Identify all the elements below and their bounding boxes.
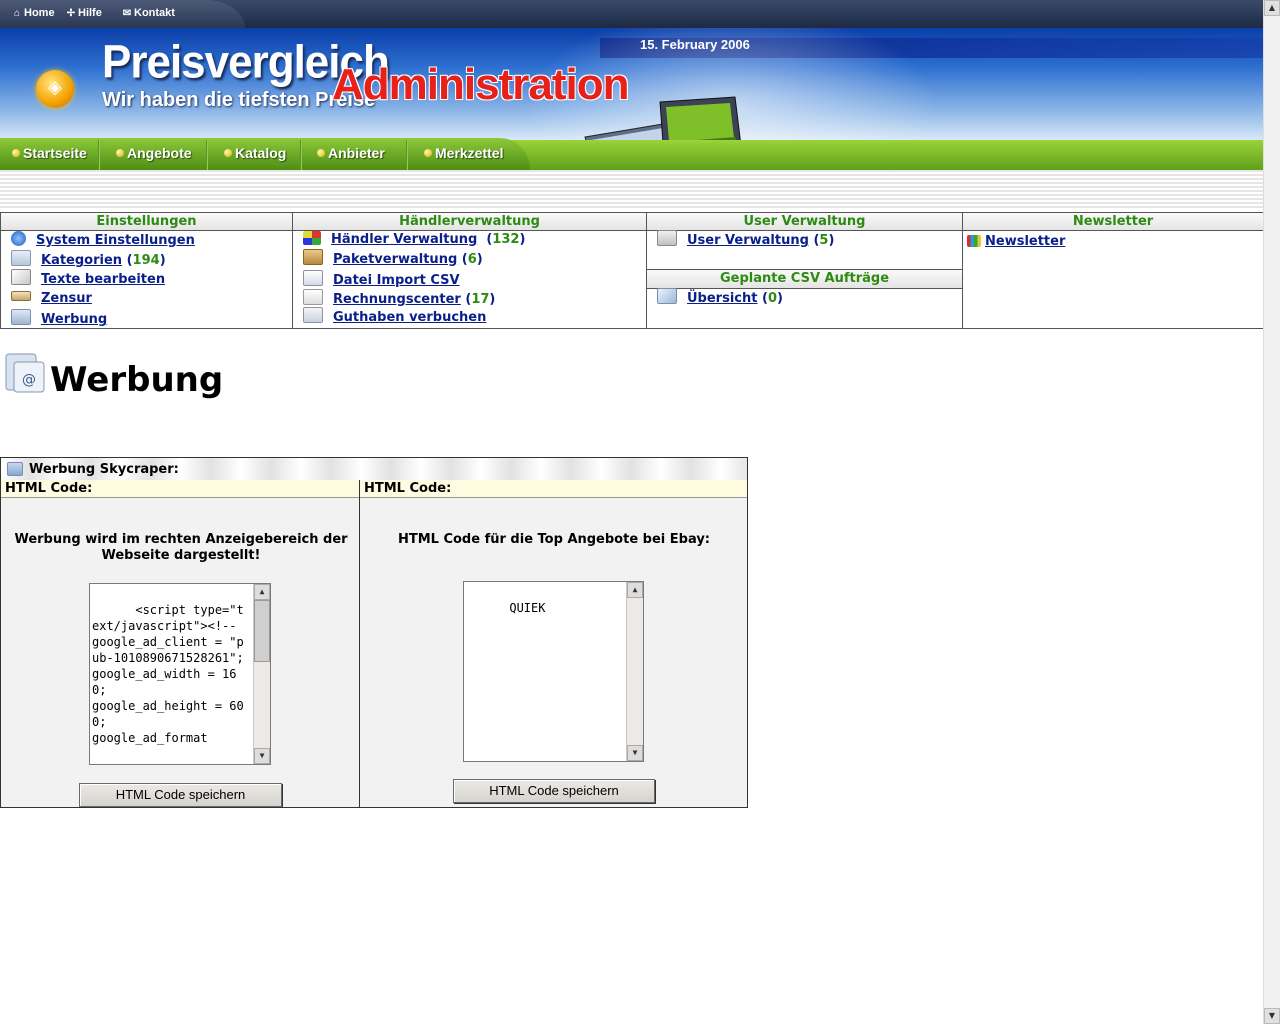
bullet-icon	[317, 149, 325, 157]
bullet-icon	[12, 149, 20, 157]
werbung-folder-icon: @	[5, 353, 45, 393]
import-icon	[303, 270, 323, 286]
page: ⌂ Home ✢ Hilfe ✉ Kontakt 15. February 2006 …	[0, 0, 1264, 1024]
blocks-icon	[303, 231, 321, 245]
panel-divider	[359, 480, 360, 808]
main-nav: Startseite Angebote Katalog Anbieter Mer…	[0, 138, 1264, 170]
scroll-down-icon[interactable]: ▼	[1264, 1008, 1280, 1024]
home-icon: ⌂	[13, 8, 21, 19]
hilfe-link[interactable]: ✢ Hilfe	[66, 7, 102, 19]
menu-item-paketverwaltung[interactable]: Paketverwaltung (6)	[303, 249, 483, 268]
menu-item-werbung[interactable]: Werbung	[11, 309, 107, 328]
menu-item-user-verwaltung[interactable]: User Verwaltung (5)	[657, 230, 834, 249]
nav-katalog[interactable]: Katalog	[224, 145, 286, 161]
section-title-newsletter: Newsletter	[963, 213, 1263, 231]
nav-merkzettel[interactable]: Merkzettel	[424, 145, 503, 161]
panel-title: Werbung Skycraper:	[29, 462, 179, 477]
window-scrollbar[interactable]: ▲ ▼	[1263, 0, 1280, 1024]
menu-item-guthaben-verbuchen[interactable]: Guthaben verbuchen	[303, 307, 486, 326]
add-credit-icon	[303, 307, 323, 323]
section-title-einstellungen: Einstellungen	[1, 213, 292, 231]
svg-text:@: @	[22, 372, 36, 388]
panel-icon	[7, 462, 23, 476]
home-link[interactable]: ⌂ Home	[12, 7, 55, 19]
scroll-up-icon[interactable]: ▲	[1264, 0, 1280, 16]
eraser-icon	[11, 291, 31, 301]
menu-item-uebersicht[interactable]: Übersicht (0)	[657, 288, 783, 307]
edit-text-icon	[11, 269, 31, 285]
werbung-panel: Werbung Skycraper: HTML Code: HTML Code:…	[0, 457, 748, 808]
right-description: HTML Code für die Top Angebote bei Ebay:	[397, 532, 711, 547]
overview-icon	[657, 288, 677, 304]
header-date: 15. February 2006	[640, 37, 750, 52]
menu-item-haendler-verwaltung[interactable]: Händler Verwaltung (132)	[303, 230, 525, 249]
scroll-down-icon[interactable]: ▼	[627, 745, 643, 761]
panel-header: Werbung Skycraper:	[1, 458, 747, 481]
bullet-icon	[424, 149, 432, 157]
page-title: Werbung	[50, 360, 224, 400]
scroll-down-icon[interactable]: ▼	[254, 748, 270, 764]
scroll-thumb[interactable]	[254, 600, 270, 662]
nav-anbieter[interactable]: Anbieter	[317, 145, 385, 161]
mail-icon: ✉	[122, 8, 132, 19]
menu-item-kategorien[interactable]: Kategorien (194)	[11, 250, 166, 269]
menu-col-user: User Verwaltung User Verwaltung (5) Gepl…	[647, 213, 963, 328]
top-bar: ⌂ Home ✢ Hilfe ✉ Kontakt	[0, 0, 1264, 28]
nav-separator	[300, 140, 302, 170]
textarea-scrollbar[interactable]: ▲ ▼	[253, 584, 270, 764]
textarea-scrollbar[interactable]: ▲ ▼	[626, 582, 643, 761]
user-icon	[657, 230, 677, 246]
nav-separator	[206, 140, 208, 170]
site-logo-icon: ◈	[36, 70, 74, 108]
bullet-icon	[116, 149, 124, 157]
site-header: ⌂ Home ✢ Hilfe ✉ Kontakt 15. February 2006 …	[0, 0, 1264, 210]
save-skyscraper-code-button[interactable]: HTML Code speichern	[79, 783, 282, 807]
nav-startseite[interactable]: Startseite	[12, 145, 87, 161]
menu-item-datei-import-csv[interactable]: Datei Import CSV	[303, 270, 460, 289]
mail-folder-icon	[11, 309, 31, 325]
globe-icon	[11, 231, 26, 246]
section-title-geplante-csv: Geplante CSV Aufträge	[647, 269, 962, 289]
ebay-code-textarea[interactable]: QUIEK ▲ ▼	[463, 581, 644, 762]
menu-item-zensur[interactable]: Zensur	[11, 289, 92, 308]
left-description: Werbung wird im rechten Anzeigebereich d…	[14, 532, 348, 563]
menu-col-haendler: Händlerverwaltung Händler Verwaltung (13…	[293, 213, 647, 328]
save-ebay-code-button[interactable]: HTML Code speichern	[453, 779, 655, 803]
package-icon	[303, 249, 323, 265]
books-icon	[967, 235, 981, 247]
admin-menu: Einstellungen System Einstellungen Kateg…	[0, 212, 1264, 329]
scroll-up-icon[interactable]: ▲	[254, 584, 270, 600]
nav-separator	[406, 140, 408, 170]
document-icon	[303, 289, 323, 305]
section-title-user-verwaltung: User Verwaltung	[647, 213, 962, 231]
menu-item-rechnungscenter[interactable]: Rechnungscenter (17)	[303, 289, 495, 308]
menu-col-einstellungen: Einstellungen System Einstellungen Kateg…	[1, 213, 293, 328]
right-code-header: HTML Code:	[360, 480, 747, 498]
menu-col-newsletter: Newsletter Newsletter	[963, 213, 1263, 328]
menu-item-system-einstellungen[interactable]: System Einstellungen	[11, 231, 195, 250]
skyscraper-code-textarea[interactable]: <script type="text/javascript"><!-- goog…	[89, 583, 271, 765]
help-icon: ✢	[66, 8, 76, 19]
bullet-icon	[224, 149, 232, 157]
menu-item-texte-bearbeiten[interactable]: Texte bearbeiten	[11, 269, 165, 288]
scroll-up-icon[interactable]: ▲	[627, 582, 643, 598]
section-title-haendlerverwaltung: Händlerverwaltung	[293, 213, 646, 231]
left-code-header: HTML Code:	[1, 480, 359, 498]
nav-separator	[98, 140, 100, 170]
nav-shadow	[0, 170, 1264, 210]
kontakt-link[interactable]: ✉ Kontakt	[122, 7, 175, 19]
nav-angebote[interactable]: Angebote	[116, 145, 192, 161]
menu-item-newsletter[interactable]: Newsletter	[967, 232, 1065, 251]
folder-icon	[11, 250, 31, 266]
